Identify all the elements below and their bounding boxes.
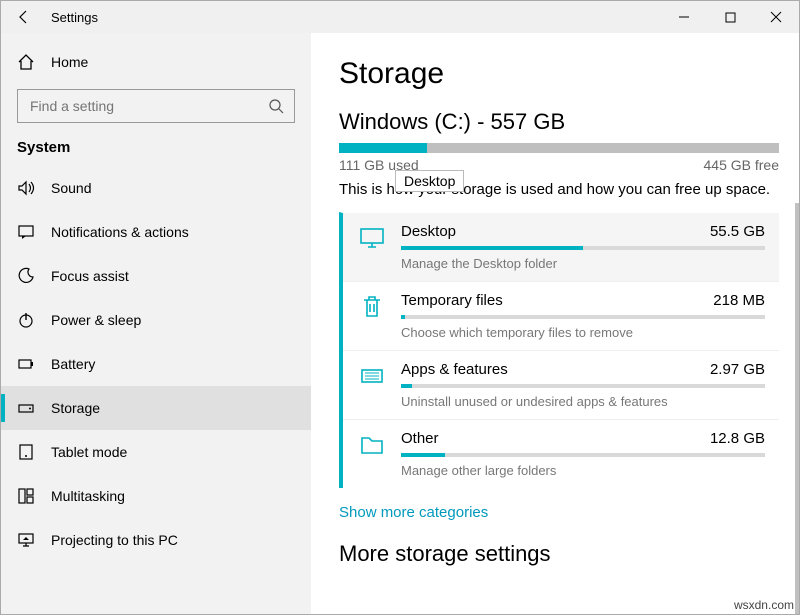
category-sub: Choose which temporary files to remove — [401, 325, 765, 340]
search-input[interactable] — [28, 97, 268, 115]
search-icon — [268, 98, 284, 114]
apps-icon — [359, 363, 385, 389]
category-name: Apps & features — [401, 361, 508, 378]
category-size: 55.5 GB — [710, 223, 765, 240]
sidebar-item-focus-assist[interactable]: Focus assist — [1, 254, 311, 298]
category-apps-features[interactable]: Apps & features 2.97 GB Uninstall unused… — [343, 350, 779, 419]
watermark: wsxdn.com — [734, 598, 794, 612]
maximize-button[interactable] — [707, 1, 753, 33]
storage-icon — [17, 399, 35, 417]
sidebar-item-multitasking[interactable]: Multitasking — [1, 474, 311, 518]
sidebar-item-label: Multitasking — [51, 488, 125, 504]
sidebar-item-label: Projecting to this PC — [51, 532, 178, 548]
window-title: Settings — [47, 10, 98, 25]
sidebar-item-sound[interactable]: Sound — [1, 166, 311, 210]
focus-assist-icon — [17, 267, 35, 285]
sidebar: Home System Sound Notifications & actio — [1, 33, 311, 614]
sidebar-item-label: Power & sleep — [51, 312, 141, 328]
title-bar: Settings — [1, 1, 799, 33]
search-box[interactable] — [17, 89, 295, 123]
category-size: 12.8 GB — [710, 430, 765, 447]
trash-icon — [359, 294, 385, 320]
sidebar-item-projecting[interactable]: Projecting to this PC — [1, 518, 311, 562]
nav-home-label: Home — [51, 54, 88, 70]
storage-categories: Desktop 55.5 GB Manage the Desktop folde… — [339, 212, 779, 488]
folder-icon — [359, 432, 385, 458]
sidebar-section-title: System — [1, 133, 311, 166]
notifications-icon — [17, 223, 35, 241]
back-button[interactable] — [1, 1, 47, 33]
minimize-button[interactable] — [661, 1, 707, 33]
power-icon — [17, 311, 35, 329]
sidebar-item-power-sleep[interactable]: Power & sleep — [1, 298, 311, 342]
home-icon — [17, 53, 35, 71]
content-area: Storage Windows (C:) - 557 GB 111 GB use… — [311, 33, 799, 614]
category-bar — [401, 315, 765, 319]
page-title: Storage — [339, 57, 779, 91]
category-temporary-files[interactable]: Temporary files 218 MB Choose which temp… — [343, 281, 779, 350]
drive-usage-bar — [339, 143, 779, 153]
more-storage-settings-title: More storage settings — [339, 541, 779, 567]
category-bar — [401, 453, 765, 457]
scrollbar[interactable] — [795, 203, 799, 614]
close-button[interactable] — [753, 1, 799, 33]
multitasking-icon — [17, 487, 35, 505]
sidebar-item-label: Tablet mode — [51, 444, 127, 460]
show-more-categories-link[interactable]: Show more categories — [339, 504, 779, 521]
category-name: Temporary files — [401, 292, 503, 309]
category-sub: Manage other large folders — [401, 463, 765, 478]
category-size: 2.97 GB — [710, 361, 765, 378]
desktop-icon — [359, 225, 385, 251]
category-bar — [401, 246, 765, 250]
category-sub: Manage the Desktop folder — [401, 256, 765, 271]
sidebar-item-tablet-mode[interactable]: Tablet mode — [1, 430, 311, 474]
sidebar-item-label: Focus assist — [51, 268, 129, 284]
category-sub: Uninstall unused or undesired apps & fea… — [401, 394, 765, 409]
battery-icon — [17, 355, 35, 373]
category-name: Desktop — [401, 223, 456, 240]
sidebar-item-label: Notifications & actions — [51, 224, 189, 240]
sidebar-item-notifications[interactable]: Notifications & actions — [1, 210, 311, 254]
tablet-icon — [17, 443, 35, 461]
projecting-icon — [17, 531, 35, 549]
sidebar-item-label: Sound — [51, 180, 91, 196]
drive-title: Windows (C:) - 557 GB — [339, 109, 779, 135]
sidebar-item-storage[interactable]: Storage — [1, 386, 311, 430]
sidebar-item-battery[interactable]: Battery — [1, 342, 311, 386]
sound-icon — [17, 179, 35, 197]
category-name: Other — [401, 430, 439, 447]
sidebar-item-label: Storage — [51, 400, 100, 416]
tooltip-desktop: Desktop — [395, 170, 464, 192]
category-bar — [401, 384, 765, 388]
category-desktop[interactable]: Desktop 55.5 GB Manage the Desktop folde… — [343, 213, 779, 281]
category-size: 218 MB — [713, 292, 765, 309]
category-other[interactable]: Other 12.8 GB Manage other large folders — [343, 419, 779, 488]
nav-home[interactable]: Home — [1, 41, 311, 83]
drive-free-label: 445 GB free — [704, 157, 780, 173]
window-controls — [661, 1, 799, 33]
sidebar-item-label: Battery — [51, 356, 95, 372]
